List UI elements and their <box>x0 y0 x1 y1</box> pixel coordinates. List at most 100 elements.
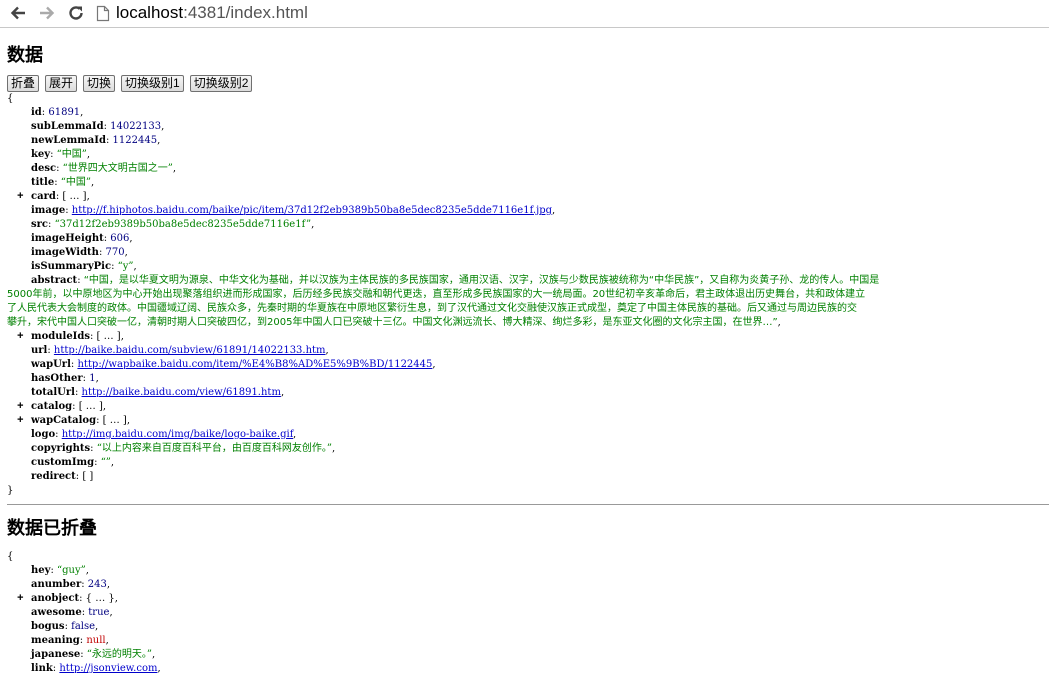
json1-row-wapUrl: wapUrl: http://wapbaike.baidu.com/item/%… <box>31 359 436 370</box>
toolbar-button-5[interactable]: 切换级别2 <box>189 75 253 92</box>
json1-row-desc: desc: “世界四大文明古国之一”, <box>31 163 177 174</box>
json2-row-meaning: meaning: null, <box>31 635 109 646</box>
expand-toggle-icon[interactable]: + <box>17 592 24 606</box>
json-abstract-text: 5000年前，以中原地区为中心开始出现聚落组织进而形成国家，后历经多民族交融和朝… <box>7 289 866 300</box>
json-abstract-line: 了人民代表大会制度的政体。中国疆域辽阔、民族众多，先秦时期的华夏族在中原地区繁衍… <box>7 302 1049 316</box>
json-key: logo <box>31 429 56 440</box>
json-collapsed-value[interactable]: [ … ] <box>79 401 103 412</box>
json-key: desc <box>31 163 57 174</box>
json-key: src <box>31 219 48 230</box>
json-key: subLemmaId <box>31 121 104 132</box>
json-key: imageWidth <box>31 247 99 258</box>
json-link[interactable]: http://wapbaike.baidu.com/item/%E4%B8%AD… <box>77 359 432 370</box>
json-key: moduleIds <box>31 331 90 342</box>
json-key: totalUrl <box>31 387 75 398</box>
url-text[interactable]: localhost:4381/index.html <box>116 3 308 23</box>
json-value: “中国” <box>60 177 91 188</box>
json-value: [ ] <box>82 471 94 482</box>
json-key: image <box>31 205 66 216</box>
json2-row-japanese: japanese: “永远的明天。”, <box>31 649 156 660</box>
json-key: key <box>31 149 51 160</box>
json-value: 770 <box>105 247 125 258</box>
json2-row-hey: hey: “guy”, <box>31 565 89 576</box>
json-key: anobject <box>31 593 80 604</box>
json1-row-redirect: redirect: [ ] <box>31 471 94 482</box>
json-value: 606 <box>110 233 130 244</box>
json-abstract-text: 攀升，宋代中国人口突破一亿，清朝时期人口突破四亿，到2005年中国人口已突破十三… <box>7 317 778 328</box>
json-collapsed-value[interactable]: [ … ] <box>103 415 127 426</box>
json1-row-logo: logo: http://img.baidu.com/img/baike/log… <box>31 429 297 440</box>
json-key: awesome <box>31 607 82 618</box>
json-abstract-text: “中国，是以华夏文明为源泉、中华文化为基础，并以汉族为主体民族的多民族国家，通用… <box>83 275 880 286</box>
json1-row-newLemmaId: newLemmaId: 1122445, <box>31 135 161 146</box>
toolbar-button-4[interactable]: 切换级别1 <box>121 75 184 92</box>
json-key: japanese <box>31 649 81 660</box>
json-key: redirect <box>31 471 76 482</box>
json-view-data: {id: 61891, subLemmaId: 14022133, newLemma… <box>7 92 1049 498</box>
json-key: isSummaryPic <box>31 261 112 272</box>
toolbar-button-3[interactable]: 切换 <box>83 75 116 92</box>
json-value: null <box>86 635 106 646</box>
json-key: imageHeight <box>31 233 104 244</box>
json-key: title <box>31 177 55 188</box>
json-abstract-line: 攀升，宋代中国人口突破一亿，清朝时期人口突破四亿，到2005年中国人口已突破十三… <box>7 317 781 328</box>
json2-row-anobject: + anobject: { … }, <box>17 592 118 606</box>
expand-toggle-icon[interactable]: + <box>17 400 24 414</box>
json-value: 14022133 <box>110 121 162 132</box>
forward-arrow-icon[interactable] <box>36 2 58 24</box>
json-link[interactable]: http://baike.baidu.com/subview/61891/140… <box>54 345 326 356</box>
expand-toggle-icon[interactable]: + <box>17 190 24 204</box>
json1-row-hasOther: hasOther: 1, <box>31 373 99 384</box>
json-collapsed-value[interactable]: [ … ] <box>62 191 86 202</box>
json-link[interactable]: http://jsonview.com <box>59 663 157 674</box>
json1-row-isSummaryPic: isSummaryPic: “y”, <box>31 261 137 272</box>
json-open-brace: { <box>7 551 14 562</box>
json-value: “guy” <box>57 565 86 576</box>
json-link[interactable]: http://img.baidu.com/img/baike/logo-baik… <box>62 429 293 440</box>
json1-row-wapCatalog: + wapCatalog: [ … ], <box>17 414 130 428</box>
json-value: “中国” <box>56 149 87 160</box>
expand-toggle-icon[interactable]: + <box>17 330 24 344</box>
address-bar[interactable]: localhost:4381/index.html <box>96 1 1049 25</box>
json-key: hey <box>31 565 51 576</box>
section-title-collapsed: 数据已折叠 <box>7 518 97 538</box>
json1-row-customImg: customImg: “”, <box>31 457 115 468</box>
json-abstract-line: abstract: “中国，是以华夏文明为源泉、中华文化为基础，并以汉族为主体民… <box>31 275 880 286</box>
json1-row-title: title: “中国”, <box>31 177 95 188</box>
toolbar-button-2[interactable]: 展开 <box>45 75 78 92</box>
json-value: “以上内容来自百度百科平台，由百度百科网友创作。” <box>96 443 332 454</box>
json1-row-id: id: 61891, <box>31 107 84 118</box>
json-open-brace: { <box>7 93 14 104</box>
json-value: “y” <box>117 261 134 272</box>
json-value: “” <box>100 457 111 468</box>
json-value: false <box>71 621 96 632</box>
json2-row-anumber: anumber: 243, <box>31 579 111 590</box>
json1-row-url: url: http://baike.baidu.com/subview/6189… <box>31 345 329 356</box>
expand-toggle-icon[interactable]: + <box>17 414 24 428</box>
json2-row-bogus: bogus: false, <box>31 621 99 632</box>
json-key: hasOther <box>31 373 83 384</box>
toolbar-button-1[interactable]: 折叠 <box>7 75 40 92</box>
json-key: bogus <box>31 621 65 632</box>
json-link[interactable]: http://baike.baidu.com/view/61891.htm <box>82 387 281 398</box>
json-link[interactable]: http://f.hiphotos.baidu.com/baike/pic/it… <box>72 205 552 216</box>
json-key: meaning <box>31 635 80 646</box>
reload-icon[interactable] <box>65 2 87 24</box>
json-key: anumber <box>31 579 82 590</box>
url-port-path: :4381/index.html <box>183 3 308 22</box>
back-arrow-icon[interactable] <box>7 2 29 24</box>
json-collapsed-value[interactable]: [ … ] <box>97 331 121 342</box>
json-close-brace: } <box>7 485 14 496</box>
json-collapsed-value[interactable]: { … } <box>86 593 115 604</box>
json-key: id <box>31 107 42 118</box>
json-value: 243 <box>87 579 107 590</box>
json-value: “37d12f2eb9389b50ba8e5dec8235e5dde7116e1… <box>54 219 312 230</box>
json1-row-src: src: “37d12f2eb9389b50ba8e5dec8235e5dde7… <box>31 219 315 230</box>
json1-row-totalUrl: totalUrl: http://baike.baidu.com/view/61… <box>31 387 285 398</box>
json-value: 1 <box>89 373 96 384</box>
json1-row-imageHeight: imageHeight: 606, <box>31 233 133 244</box>
json2-row-link: link: http://jsonview.com, <box>31 663 161 674</box>
url-host: localhost <box>116 3 184 22</box>
json-value: “世界四大文明古国之一” <box>62 163 173 174</box>
page-icon <box>96 1 116 25</box>
